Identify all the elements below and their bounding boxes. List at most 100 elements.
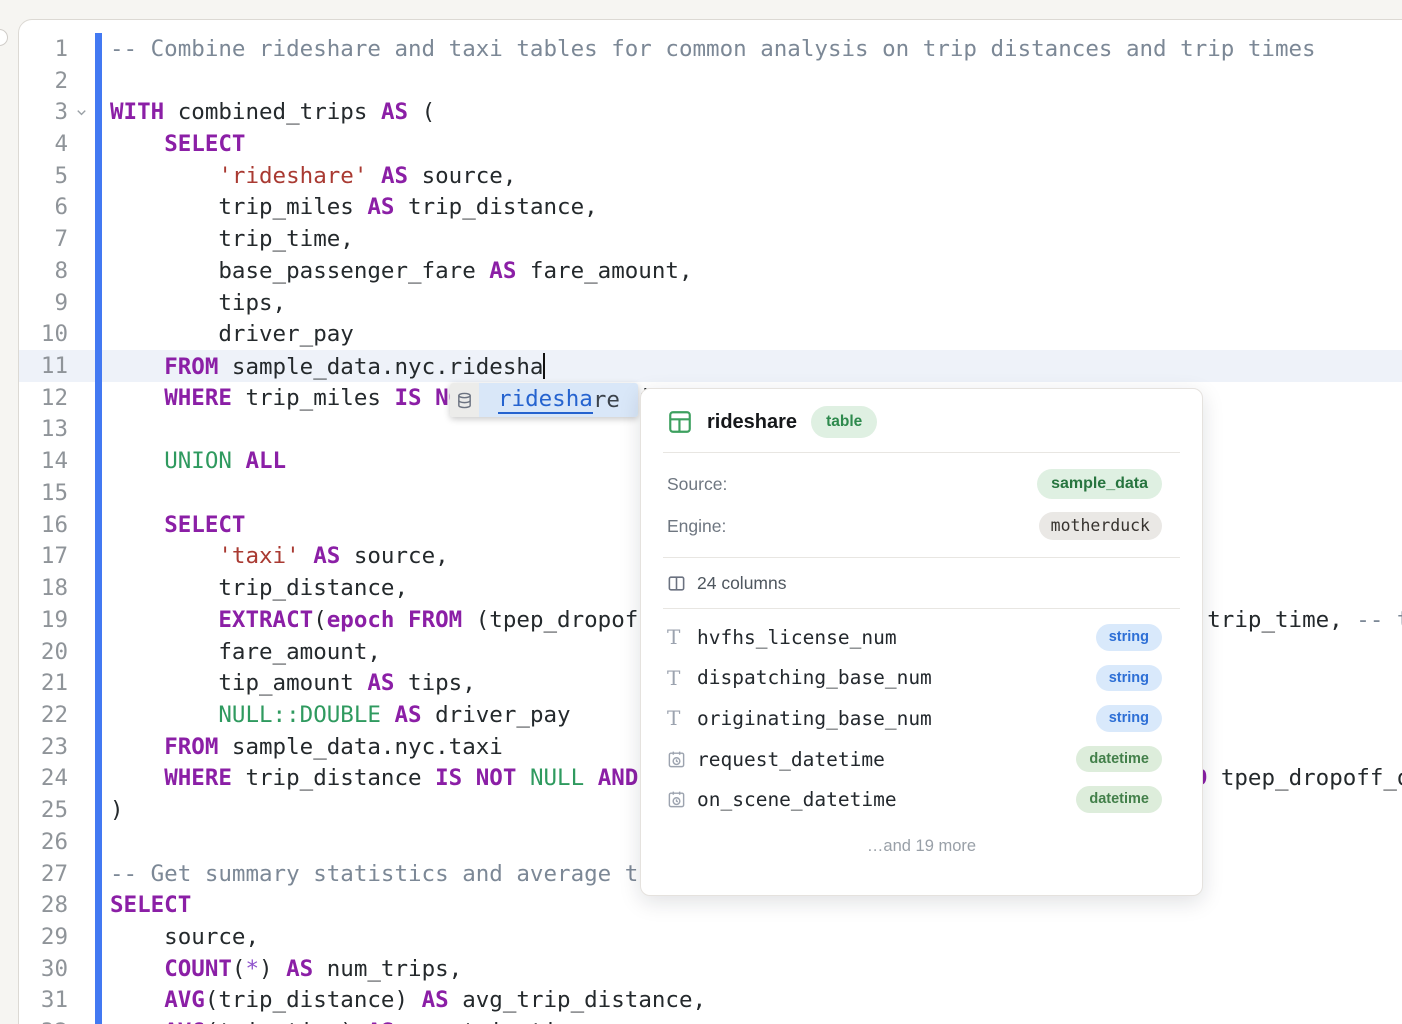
code-line[interactable]: 30 COUNT(*) AS num_trips,	[19, 953, 1402, 985]
source-value-badge: sample_data	[1037, 469, 1162, 499]
line-number: 27	[19, 861, 68, 887]
code-line[interactable]: 10 driver_pay	[19, 318, 1402, 350]
active-cell-indicator	[95, 763, 102, 795]
code-line-text: UNION ALL	[102, 448, 286, 474]
column-type-badge: string	[1096, 705, 1162, 732]
column-name: hvfhs_license_num	[697, 626, 1096, 649]
table-info-header: rideshare table	[641, 403, 1202, 441]
code-line[interactable]: 11 FROM sample_data.nyc.ridesha	[19, 350, 1402, 382]
line-number: 1	[19, 36, 68, 62]
string-type-icon: T	[667, 627, 691, 647]
line-number: 16	[19, 512, 68, 538]
active-cell-indicator	[95, 509, 102, 541]
line-number: 3	[19, 99, 68, 125]
code-line-text: tips,	[102, 290, 286, 316]
active-cell-indicator	[95, 953, 102, 985]
column-name: originating_base_num	[697, 707, 1096, 730]
line-number: 22	[19, 702, 68, 728]
code-line-text: trip_time,	[102, 226, 354, 252]
column-name: on_scene_datetime	[697, 788, 1076, 811]
line-number: 17	[19, 543, 68, 569]
line-number: 13	[19, 416, 68, 442]
line-number: 20	[19, 639, 68, 665]
active-cell-indicator	[95, 350, 102, 382]
code-line-text: base_passenger_fare AS fare_amount,	[102, 258, 693, 284]
code-line[interactable]: 31 AVG(trip_distance) AS avg_trip_distan…	[19, 985, 1402, 1017]
code-line[interactable]: 4 SELECT	[19, 128, 1402, 160]
active-cell-indicator	[95, 921, 102, 953]
column-row: Toriginating_base_numstring	[641, 698, 1202, 739]
table-info-popup: rideshare table Source: sample_data Engi…	[640, 388, 1203, 896]
code-line-text: trip_distance,	[102, 575, 408, 601]
more-columns-label: …and 19 more	[641, 830, 1202, 864]
active-cell-indicator	[95, 414, 102, 446]
line-number: 25	[19, 797, 68, 823]
line-number: 4	[19, 131, 68, 157]
code-line-text: AVG(trip_distance) AS avg_trip_distance,	[102, 987, 706, 1013]
source-row: Source: sample_data	[641, 463, 1202, 505]
code-line[interactable]: 1-- Combine rideshare and taxi tables fo…	[19, 33, 1402, 65]
active-cell-indicator	[95, 445, 102, 477]
collapsed-sidebar-handle[interactable]	[0, 29, 8, 46]
table-name: rideshare	[707, 411, 797, 434]
code-line-text: COUNT(*) AS num_trips,	[102, 956, 462, 982]
active-cell-indicator	[95, 889, 102, 921]
code-line-text: WITH combined_trips AS (	[102, 99, 435, 125]
active-cell-indicator	[95, 985, 102, 1017]
code-line-text: SELECT	[102, 131, 245, 157]
active-cell-indicator	[95, 255, 102, 287]
code-line[interactable]: 7 trip_time,	[19, 223, 1402, 255]
active-cell-indicator	[95, 636, 102, 668]
autocomplete-match-text: ridesha	[498, 386, 593, 414]
text-cursor	[543, 353, 545, 379]
code-line-text: FROM sample_data.nyc.ridesha	[102, 353, 545, 380]
active-cell-indicator	[95, 1016, 102, 1024]
line-number: 14	[19, 448, 68, 474]
active-cell-indicator	[95, 192, 102, 224]
line-number: 15	[19, 480, 68, 506]
code-line[interactable]: 5 'rideshare' AS source,	[19, 160, 1402, 192]
source-label: Source:	[667, 474, 727, 495]
code-line[interactable]: 6 trip_miles AS trip_distance,	[19, 192, 1402, 224]
fold-chevron-icon[interactable]	[68, 105, 95, 120]
columns-count-row: 24 columns	[641, 558, 1202, 608]
datetime-type-icon	[667, 750, 691, 769]
string-type-icon: T	[667, 668, 691, 688]
table-info-rows: Source: sample_data Engine: motherduck	[641, 453, 1202, 557]
string-type-icon: T	[667, 708, 691, 728]
autocomplete-option-rideshare[interactable]: rideshare	[479, 383, 638, 417]
code-line[interactable]: 2	[19, 65, 1402, 97]
active-cell-indicator	[95, 382, 102, 414]
line-number: 29	[19, 924, 68, 950]
active-cell-indicator	[95, 541, 102, 573]
line-number: 5	[19, 163, 68, 189]
line-number: 6	[19, 194, 68, 220]
active-cell-indicator	[95, 65, 102, 97]
table-type-badge: table	[811, 406, 877, 438]
engine-row: Engine: motherduck	[641, 505, 1202, 547]
active-cell-indicator	[95, 223, 102, 255]
code-line[interactable]: 32 AVG(trip_time) AS avg_trip_time,	[19, 1016, 1402, 1024]
code-line[interactable]: 3 WITH combined_trips AS (	[19, 96, 1402, 128]
line-number: 2	[19, 68, 68, 94]
line-number: 31	[19, 987, 68, 1013]
code-line-text: 'rideshare' AS source,	[102, 163, 516, 189]
columns-list: Thvfhs_license_numstringTdispatching_bas…	[641, 609, 1202, 820]
active-cell-indicator	[95, 160, 102, 192]
active-cell-indicator	[95, 128, 102, 160]
column-type-badge: string	[1096, 665, 1162, 692]
autocomplete-rest-text: re	[593, 387, 620, 413]
code-line-text: AVG(trip_time) AS avg_trip_time,	[102, 1019, 598, 1024]
line-number: 21	[19, 670, 68, 696]
column-type-badge: datetime	[1076, 786, 1162, 813]
engine-label: Engine:	[667, 516, 726, 537]
active-cell-indicator	[95, 33, 102, 65]
line-number: 32	[19, 1019, 68, 1024]
active-cell-indicator	[95, 318, 102, 350]
active-cell-indicator	[95, 572, 102, 604]
code-line[interactable]: 29 source,	[19, 921, 1402, 953]
active-cell-indicator	[95, 96, 102, 128]
columns-count-label: 24 columns	[697, 573, 787, 594]
code-line[interactable]: 8 base_passenger_fare AS fare_amount,	[19, 255, 1402, 287]
code-line[interactable]: 9 tips,	[19, 287, 1402, 319]
